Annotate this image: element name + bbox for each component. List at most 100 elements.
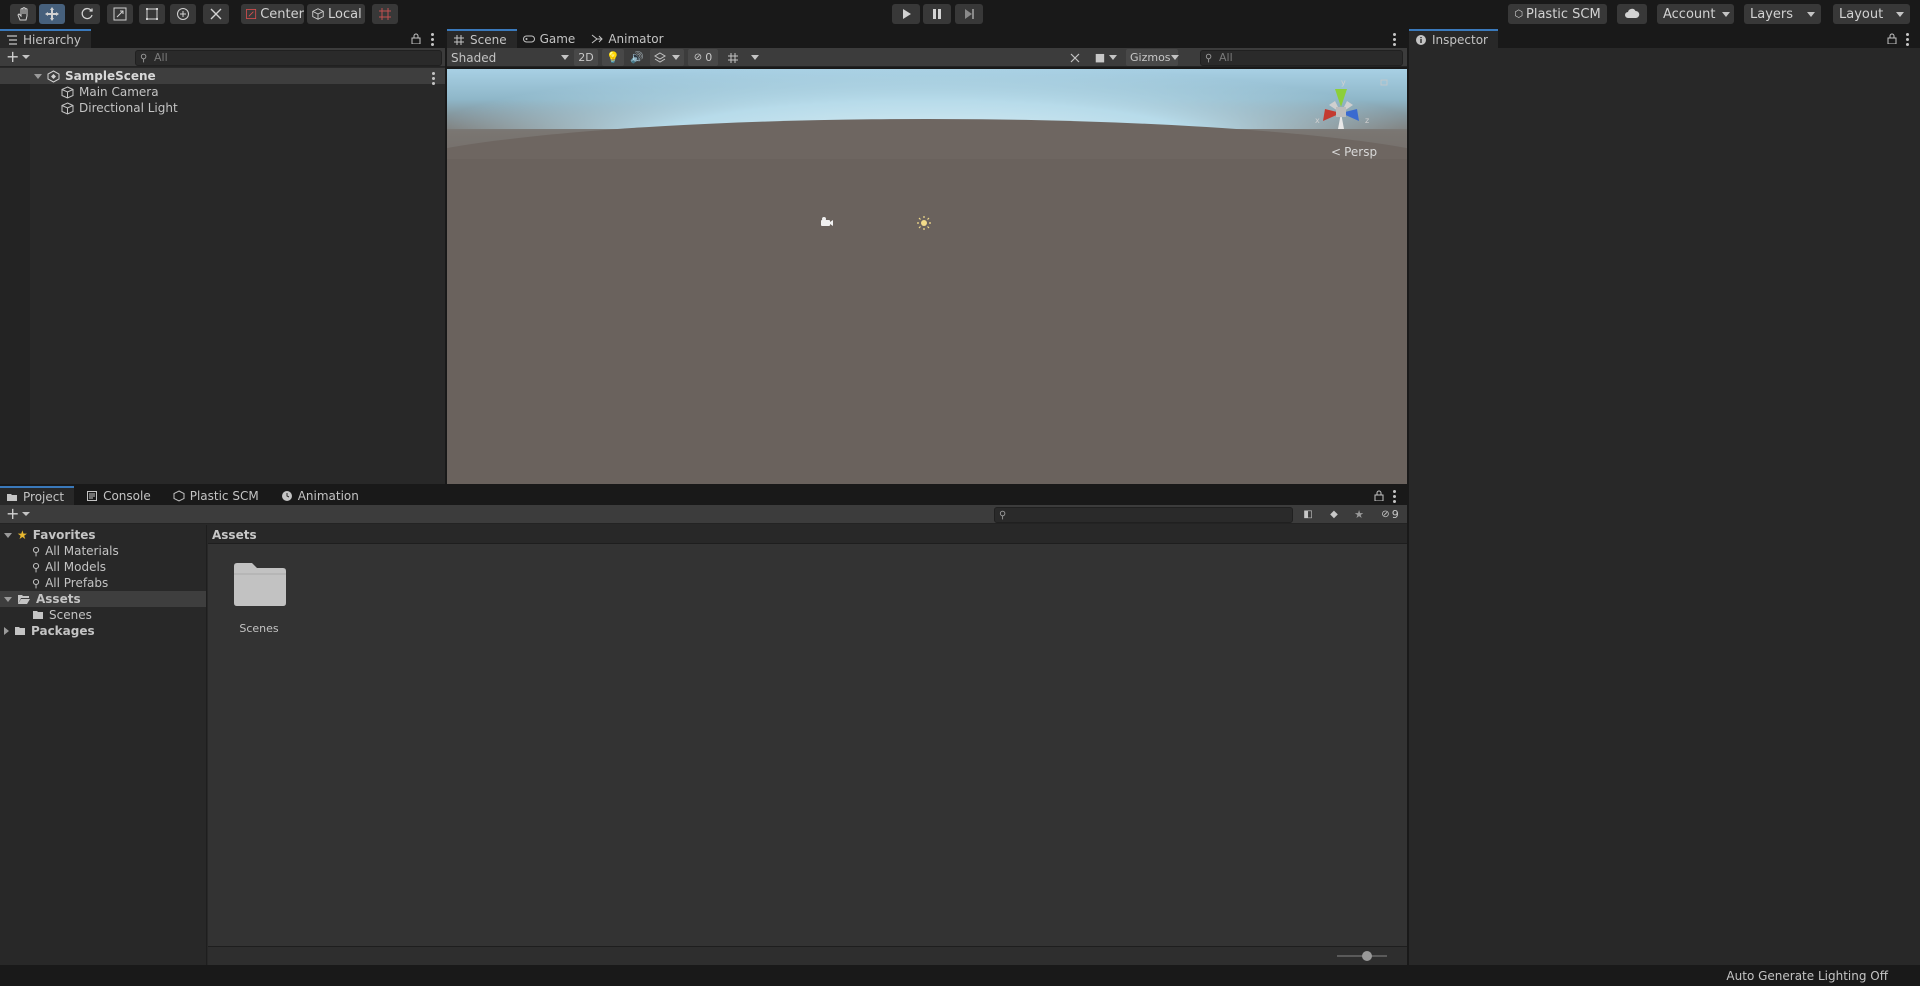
custom-tool-button[interactable] <box>203 4 229 24</box>
zoom-slider-thumb[interactable] <box>1362 951 1372 961</box>
create-button[interactable]: + <box>6 49 31 65</box>
chevron-down-icon <box>22 512 31 516</box>
favorite-label: All Materials <box>45 544 119 558</box>
collapse-triangle-icon[interactable] <box>4 627 9 635</box>
hierarchy-item-main-camera[interactable]: Main Camera <box>61 84 159 100</box>
move-tool-button[interactable] <box>39 4 65 24</box>
account-dropdown[interactable]: Account <box>1657 4 1734 24</box>
pivot-mode-toggle[interactable]: Center <box>241 4 304 24</box>
packages-folder-row[interactable]: Packages <box>4 623 95 639</box>
pivot-rotation-toggle[interactable]: Local <box>307 4 365 24</box>
chevron-down-icon <box>751 55 759 60</box>
asset-breadcrumb-bar: Assets <box>208 525 1407 544</box>
info-icon <box>1416 34 1426 45</box>
gizmos-dropdown[interactable]: Gizmos <box>1126 49 1179 66</box>
scene-viewport[interactable]: y x z < Persp <box>447 69 1407 484</box>
tab-console[interactable]: Console <box>80 486 161 505</box>
orientation-gizmo[interactable]: y x z <box>1315 77 1395 143</box>
expand-triangle-icon[interactable] <box>34 73 42 79</box>
transform-tool-button[interactable] <box>170 4 196 24</box>
chevron-down-icon <box>1807 11 1815 17</box>
layout-dropdown[interactable]: Layout <box>1833 4 1910 24</box>
scale-tool-button[interactable] <box>107 4 133 24</box>
chevron-down-icon <box>1170 55 1179 60</box>
rotate-tool-button[interactable] <box>74 4 100 24</box>
effects-toggle-button[interactable] <box>650 49 684 66</box>
hierarchy-search-input[interactable]: ⚲ All <box>135 50 442 66</box>
inspector-panel: Inspector <box>1409 29 1920 965</box>
project-search-input[interactable]: ⚲ <box>994 507 1293 523</box>
more-options-icon[interactable] <box>1906 33 1909 46</box>
chevron-left-icon: < <box>1331 145 1342 159</box>
hidden-packages-toggle[interactable]: ⊘ 9 <box>1376 506 1404 523</box>
tab-hierarchy[interactable]: Hierarchy <box>0 29 92 48</box>
layers-dropdown[interactable]: Layers <box>1744 4 1821 24</box>
layers-label: Layers <box>1750 6 1794 22</box>
tab-animator[interactable]: Animator <box>585 29 673 48</box>
pause-button[interactable] <box>923 4 951 24</box>
lock-icon[interactable] <box>1374 490 1384 501</box>
tab-project[interactable]: Project <box>0 486 75 505</box>
asset-tile-scenes[interactable]: Scenes <box>228 556 290 640</box>
scene-search-input[interactable]: ⚲ All <box>1200 50 1403 66</box>
projection-toggle[interactable]: < Persp <box>1331 145 1377 159</box>
sun-gizmo-icon[interactable] <box>916 215 932 231</box>
folder-icon <box>15 627 25 635</box>
tab-game[interactable]: Game <box>517 29 586 48</box>
grid-snap-button[interactable] <box>372 4 398 24</box>
plastic-scm-button[interactable]: ⬡ Plastic SCM <box>1508 4 1607 24</box>
lock-icon[interactable] <box>411 33 421 44</box>
search-icon: ⚲ <box>32 560 41 574</box>
chevron-down-icon <box>561 55 569 60</box>
unity-scene-icon <box>47 69 60 83</box>
2d-toggle-button[interactable]: 2D <box>574 49 598 66</box>
draw-mode-dropdown[interactable]: Shaded <box>451 50 569 65</box>
cloud-button[interactable] <box>1617 4 1647 24</box>
scene-row[interactable]: SampleScene <box>34 68 156 84</box>
breadcrumb-assets[interactable]: Assets <box>212 528 257 542</box>
inspector-tabbar: Inspector <box>1409 29 1920 48</box>
tab-animator-label: Animator <box>608 31 664 46</box>
audio-toggle-button[interactable]: 🔊 <box>626 49 648 66</box>
layout-label: Layout <box>1839 6 1884 22</box>
hidden-objects-toggle[interactable]: ⊘ 0 <box>688 49 718 66</box>
tab-scene[interactable]: Scene <box>447 29 517 48</box>
expand-triangle-icon[interactable] <box>4 596 12 602</box>
camera-gizmo-icon[interactable] <box>820 216 834 228</box>
rect-tool-button[interactable] <box>139 4 165 24</box>
create-asset-button[interactable]: + <box>6 506 31 522</box>
search-icon: ⚲ <box>1205 53 1213 64</box>
clock-icon <box>281 490 292 501</box>
favorite-all-materials[interactable]: ⚲ All Materials <box>32 543 119 559</box>
asset-tile-label: Scenes <box>239 622 279 635</box>
pivot-center-icon <box>246 9 257 19</box>
hand-tool-button[interactable] <box>10 4 36 24</box>
lock-icon[interactable] <box>1887 33 1897 44</box>
favorite-all-prefabs[interactable]: ⚲ All Prefabs <box>32 575 108 591</box>
lighting-toggle-button[interactable]: 💡 <box>602 49 624 66</box>
tab-inspector[interactable]: Inspector <box>1409 29 1498 48</box>
favorites-row[interactable]: ★ Favorites <box>4 527 95 543</box>
status-bar: Auto Generate Lighting Off <box>0 966 1920 986</box>
scene-tools-button[interactable] <box>1064 49 1086 66</box>
search-by-type-button[interactable]: ◧ <box>1298 506 1318 523</box>
scene-more-icon[interactable] <box>432 72 435 85</box>
tab-plastic-scm[interactable]: Plastic SCM <box>167 486 269 505</box>
folder-scenes-row[interactable]: Scenes <box>32 607 92 623</box>
assets-folder-row[interactable]: Assets <box>4 591 81 607</box>
save-search-button[interactable]: ★ <box>1349 506 1369 523</box>
transform-icon <box>177 8 189 20</box>
tab-animation[interactable]: Animation <box>275 486 369 505</box>
step-button[interactable] <box>955 4 983 24</box>
play-button[interactable] <box>892 4 920 24</box>
more-options-icon[interactable] <box>1393 33 1396 46</box>
search-by-label-button[interactable]: ◆ <box>1324 506 1344 523</box>
expand-triangle-icon[interactable] <box>4 532 12 538</box>
star-icon: ★ <box>17 528 28 542</box>
favorite-all-models[interactable]: ⚲ All Models <box>32 559 106 575</box>
more-options-icon[interactable] <box>1393 490 1396 503</box>
camera-settings-button[interactable]: ■ <box>1091 49 1121 66</box>
grid-toggle-button[interactable] <box>721 49 765 66</box>
more-options-icon[interactable] <box>431 33 434 46</box>
hierarchy-item-directional-light[interactable]: Directional Light <box>61 100 178 116</box>
